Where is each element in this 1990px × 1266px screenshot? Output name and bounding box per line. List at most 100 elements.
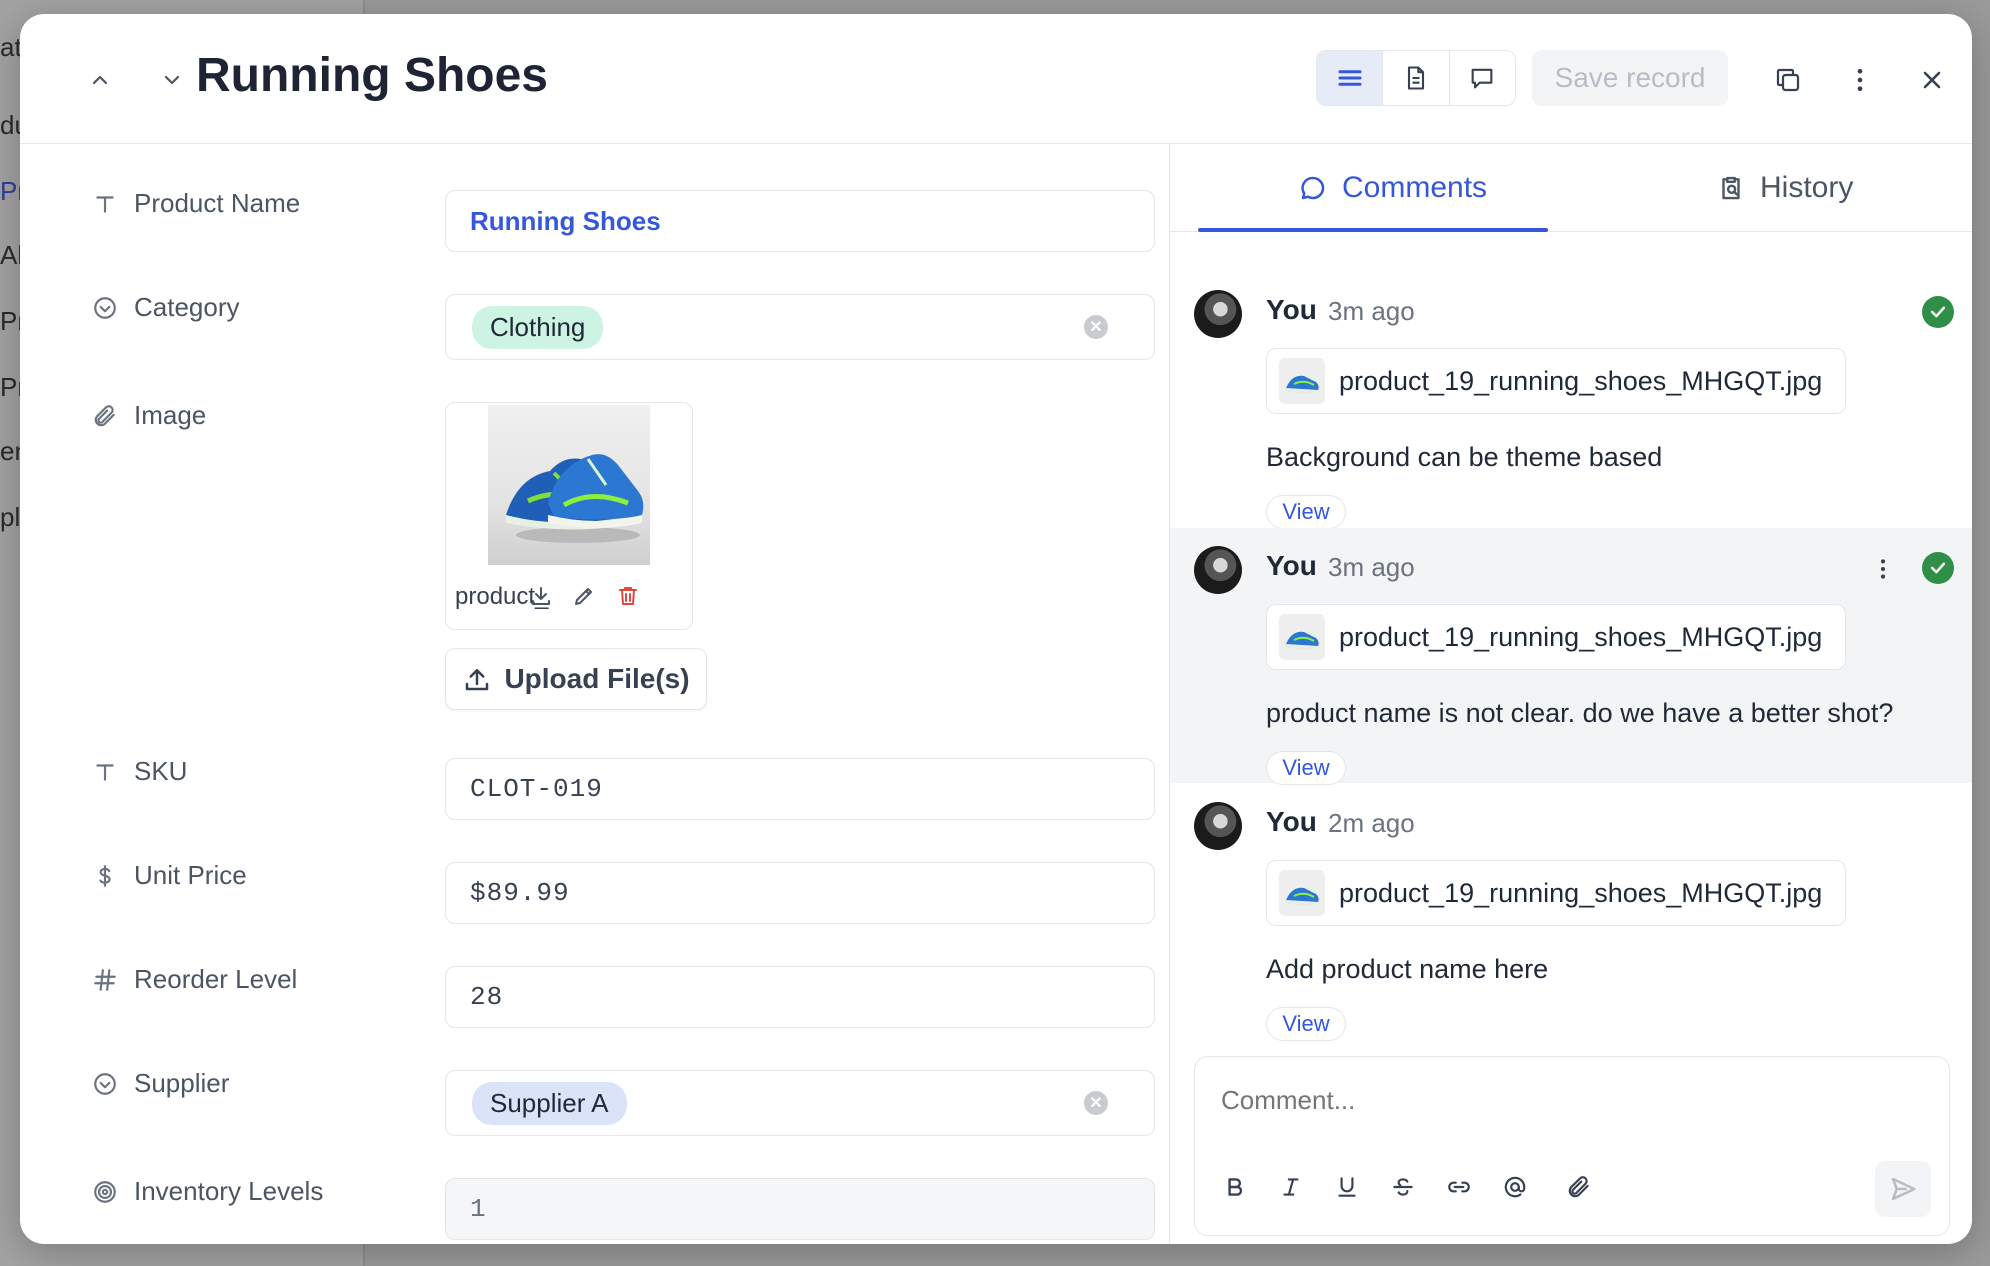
attachment-thumbnail xyxy=(1279,870,1325,916)
field-label-text: Inventory Levels xyxy=(134,1176,324,1206)
more-vertical-icon xyxy=(1857,68,1863,92)
supplier-select[interactable]: Supplier A ✕ xyxy=(445,1070,1155,1136)
resolved-check-icon[interactable] xyxy=(1922,296,1954,328)
upload-files-button[interactable]: Upload File(s) xyxy=(445,648,707,710)
reorder-level-label: Reorder Level xyxy=(90,964,297,995)
tab-label: History xyxy=(1760,171,1854,204)
attachment-filename: product_19_running_shoes_MHGQT.jpg xyxy=(1339,877,1823,908)
tab-comments[interactable]: Comments xyxy=(1298,144,1487,232)
select-circle-icon xyxy=(90,293,120,323)
unit-price-label: Unit Price xyxy=(90,860,247,891)
inventory-levels-label: Inventory Levels xyxy=(90,1176,323,1207)
comment-text: Background can be theme based xyxy=(1266,442,1663,472)
text-type-icon xyxy=(90,757,120,787)
copy-icon xyxy=(1776,68,1800,92)
avatar xyxy=(1194,802,1242,850)
comments-panel: Comments History You 3m ago product_19_r… xyxy=(1170,144,1972,1244)
field-label-text: Reorder Level xyxy=(134,964,298,994)
bold-button[interactable] xyxy=(1217,1169,1253,1205)
strikethrough-button[interactable] xyxy=(1385,1169,1421,1205)
category-select[interactable]: Clothing ✕ xyxy=(445,294,1155,360)
clear-supplier-button[interactable]: ✕ xyxy=(1084,1091,1108,1115)
underline-button[interactable] xyxy=(1329,1169,1365,1205)
unit-price-input[interactable]: $89.99 xyxy=(445,862,1155,924)
save-record-button[interactable]: Save record xyxy=(1532,50,1728,106)
attachment-filename: product_19_running_shoes_MHGQT.jpg xyxy=(1339,365,1823,396)
comment-attachment[interactable]: product_19_running_shoes_MHGQT.jpg xyxy=(1266,604,1846,670)
comment-item: You 3m ago product_19_running_shoes_MHGQ… xyxy=(1170,528,1972,785)
link-button[interactable] xyxy=(1441,1169,1477,1205)
text-type-icon xyxy=(90,189,120,219)
product-image-thumbnail[interactable] xyxy=(488,405,650,565)
comment-composer xyxy=(1194,1056,1950,1236)
field-label-text: Image xyxy=(134,400,207,430)
view-annotation-button[interactable]: View xyxy=(1266,495,1346,529)
fields-view-button[interactable] xyxy=(1317,51,1384,105)
document-view-button[interactable] xyxy=(1383,51,1450,105)
view-annotation-button[interactable]: View xyxy=(1266,1007,1346,1041)
edit-image-button[interactable] xyxy=(569,581,599,611)
paperclip-icon xyxy=(1568,1176,1589,1198)
rollup-icon xyxy=(90,1177,120,1207)
more-options-button[interactable] xyxy=(1838,58,1882,102)
chevron-up-icon xyxy=(92,75,108,85)
comment-text: product name is not clear. do we have a … xyxy=(1266,698,1894,728)
bg-sidebar-item: pl xyxy=(0,502,21,532)
record-modal: Running Shoes Save record Product Name R… xyxy=(20,14,1972,1244)
comment-menu-button[interactable] xyxy=(1868,554,1898,584)
close-button[interactable] xyxy=(1910,58,1954,102)
attach-file-button[interactable] xyxy=(1561,1169,1597,1205)
download-image-button[interactable] xyxy=(526,581,556,611)
category-label: Category xyxy=(90,292,240,323)
comments-view-button[interactable] xyxy=(1450,51,1515,105)
product-name-input[interactable]: Running Shoes xyxy=(445,190,1155,252)
trash-icon xyxy=(619,587,637,605)
comment-author: You xyxy=(1266,806,1317,837)
reorder-level-input[interactable]: 28 xyxy=(445,966,1155,1028)
at-sign-icon xyxy=(1504,1176,1526,1198)
view-toggle-group xyxy=(1316,50,1516,106)
clear-category-button[interactable]: ✕ xyxy=(1084,315,1108,339)
delete-image-button[interactable] xyxy=(613,581,643,611)
attachment-thumbnail xyxy=(1279,614,1325,660)
product-name-label: Product Name xyxy=(90,188,300,219)
field-label-text: Unit Price xyxy=(134,860,247,890)
comment-author: You xyxy=(1266,550,1317,581)
active-tab-indicator xyxy=(1198,228,1548,232)
comment-attachment[interactable]: product_19_running_shoes_MHGQT.jpg xyxy=(1266,860,1846,926)
italic-button[interactable] xyxy=(1273,1169,1309,1205)
next-record-button[interactable] xyxy=(150,58,194,102)
send-icon xyxy=(1891,1177,1916,1201)
field-label-text: SKU xyxy=(134,756,188,786)
comment-time: 3m ago xyxy=(1328,296,1415,326)
upload-label: Upload File(s) xyxy=(504,663,690,694)
dollar-icon xyxy=(90,861,120,891)
supplier-tag: Supplier A xyxy=(472,1081,627,1125)
upload-icon xyxy=(466,669,489,691)
previous-record-button[interactable] xyxy=(78,58,122,102)
category-tag: Clothing xyxy=(472,305,604,349)
view-annotation-button[interactable]: View xyxy=(1266,751,1346,785)
supplier-label: Supplier xyxy=(90,1068,229,1099)
comment-input[interactable] xyxy=(1221,1085,1921,1116)
sku-input[interactable]: CLOT-019 xyxy=(445,758,1155,820)
list-lines-icon xyxy=(1338,70,1362,86)
bold-icon xyxy=(1228,1178,1243,1196)
inventory-levels-input: 1 xyxy=(445,1178,1155,1240)
send-comment-button[interactable] xyxy=(1875,1161,1931,1217)
link-icon xyxy=(1448,1181,1470,1193)
strikethrough-icon xyxy=(1393,1178,1413,1196)
comment-time: 3m ago xyxy=(1328,552,1415,582)
bg-sidebar-item: at xyxy=(0,32,22,62)
close-icon xyxy=(1923,71,1941,89)
comment-attachment[interactable]: product_19_running_shoes_MHGQT.jpg xyxy=(1266,348,1846,414)
duplicate-button[interactable] xyxy=(1766,58,1810,102)
more-vertical-icon xyxy=(1880,559,1886,579)
resolved-check-icon[interactable] xyxy=(1922,552,1954,584)
tab-history[interactable]: History xyxy=(1716,144,1853,232)
pencil-icon xyxy=(575,588,592,605)
comment-item: You 3m ago product_19_running_shoes_MHGQ… xyxy=(1170,272,1972,529)
mention-button[interactable] xyxy=(1497,1169,1533,1205)
paperclip-icon xyxy=(90,401,120,431)
sku-label: SKU xyxy=(90,756,187,787)
